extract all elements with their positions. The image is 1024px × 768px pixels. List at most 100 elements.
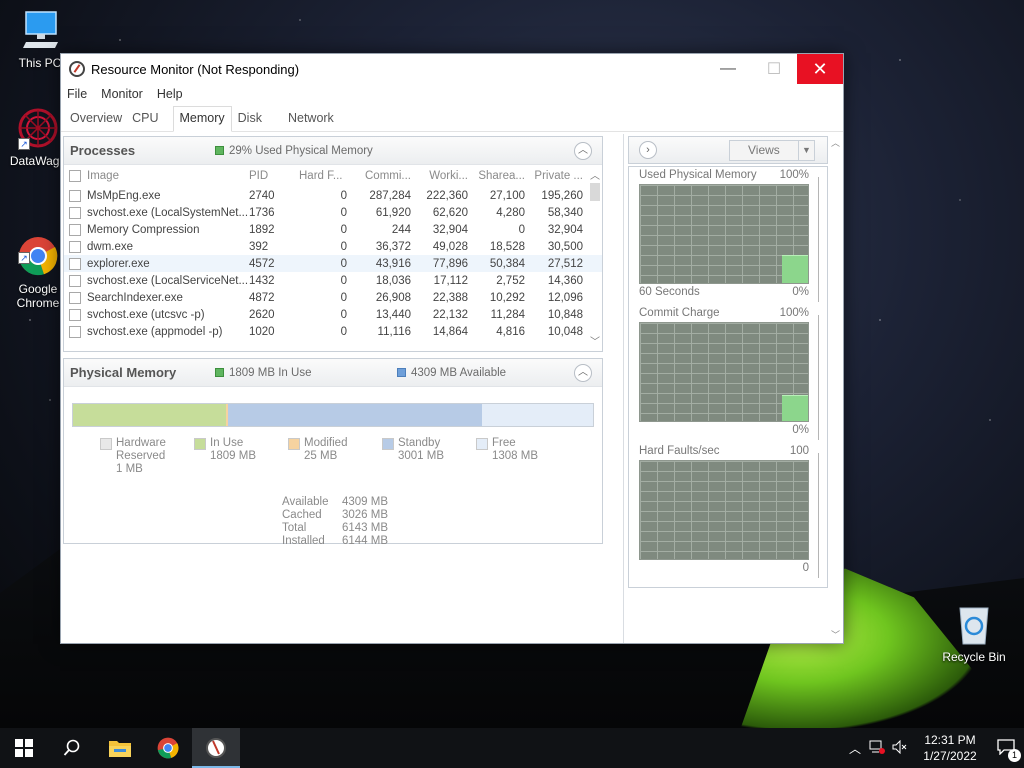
cell-private: 58,340 bbox=[547, 206, 583, 219]
column-hard-faults[interactable]: Hard F... bbox=[299, 170, 347, 182]
graph-scale-line bbox=[815, 177, 819, 302]
table-row[interactable]: MsMpEng.exe 2740 0 287,284 222,360 27,100 195,… bbox=[64, 187, 602, 204]
cell-shareable: 4,816 bbox=[496, 325, 525, 338]
scroll-up-icon[interactable]: ︿ bbox=[588, 167, 602, 182]
row-checkbox[interactable] bbox=[69, 257, 81, 270]
cell-hard-faults: 0 bbox=[340, 274, 347, 287]
collapse-physical-memory-button[interactable]: ︿ bbox=[574, 364, 592, 382]
cell-pid: 1892 bbox=[249, 223, 275, 236]
in-use-info: 1809 MB In Use bbox=[215, 367, 397, 379]
cell-image: svchost.exe (utcsvc -p) bbox=[87, 308, 205, 321]
cell-private: 12,096 bbox=[547, 291, 583, 304]
physical-memory-panel: Physical Memory 1809 MB In Use 4309 MB A… bbox=[63, 358, 603, 547]
summary-row: Total 6143 MB bbox=[282, 522, 602, 535]
menu-file[interactable]: File bbox=[67, 84, 87, 104]
column-private[interactable]: Private ... bbox=[525, 170, 583, 182]
row-checkbox[interactable] bbox=[69, 206, 81, 219]
collapse-processes-button[interactable]: ︿ bbox=[574, 142, 592, 160]
resource-monitor-icon bbox=[69, 61, 85, 77]
tab-disk[interactable]: Disk bbox=[234, 111, 266, 131]
table-row[interactable]: SearchIndexer.exe 4872 0 26,908 22,388 10,292… bbox=[64, 289, 602, 306]
row-checkbox[interactable] bbox=[69, 291, 81, 304]
column-pid[interactable]: PID bbox=[249, 170, 299, 182]
available-info: 4309 MB Available bbox=[397, 367, 506, 379]
column-shareable[interactable]: Sharea... bbox=[468, 170, 525, 182]
row-checkbox[interactable] bbox=[69, 274, 81, 287]
clock[interactable]: 12:31 PM 1/27/2022 bbox=[912, 732, 988, 764]
taskbar-resource-monitor[interactable] bbox=[192, 728, 240, 768]
cell-pid: 2620 bbox=[249, 308, 275, 321]
volume-muted-icon[interactable] bbox=[888, 739, 912, 757]
cell-commit: 287,284 bbox=[369, 189, 411, 202]
legend-label: Hardware Reserved bbox=[116, 437, 166, 462]
desktop-icon-recycle-bin[interactable]: Recycle Bin bbox=[936, 602, 1012, 664]
row-checkbox[interactable] bbox=[69, 325, 81, 338]
scroll-down-icon[interactable]: ﹀ bbox=[588, 333, 602, 348]
cell-commit: 244 bbox=[391, 223, 411, 236]
cell-hard-faults: 0 bbox=[340, 206, 347, 219]
table-row[interactable]: svchost.exe (LocalServiceNet... 1432 0 18,0… bbox=[64, 272, 602, 289]
graph-footer-right: 0% bbox=[792, 424, 809, 436]
network-icon[interactable] bbox=[866, 740, 888, 757]
summary-row: Cached 3026 MB bbox=[282, 509, 602, 522]
collapse-graphs-chevron-icon[interactable]: › bbox=[639, 141, 657, 159]
scroll-down-icon[interactable]: ﹀ bbox=[831, 628, 840, 641]
cell-pid: 4572 bbox=[249, 257, 275, 270]
table-row[interactable]: svchost.exe (appmodel -p) 1020 0 11,116 14,8… bbox=[64, 323, 602, 340]
summary-value: 6143 MB bbox=[342, 522, 389, 534]
processes-scrollbar[interactable]: ︿ ﹀ bbox=[588, 165, 602, 350]
cell-shareable: 11,284 bbox=[490, 308, 525, 321]
summary-row: Installed 6144 MB bbox=[282, 535, 602, 548]
select-all-checkbox[interactable] bbox=[69, 170, 81, 182]
tab-memory[interactable]: Memory bbox=[172, 106, 232, 132]
start-button[interactable] bbox=[0, 728, 48, 768]
table-row[interactable]: svchost.exe (utcsvc -p) 2620 0 13,440 22,132… bbox=[64, 306, 602, 323]
legend-square bbox=[100, 438, 112, 450]
chrome-icon: ↗ bbox=[16, 220, 60, 276]
row-checkbox[interactable] bbox=[69, 308, 81, 321]
column-working[interactable]: Worki... bbox=[411, 170, 468, 182]
scrollbar-thumb[interactable] bbox=[590, 183, 600, 201]
action-center-button[interactable]: 1 bbox=[988, 738, 1024, 762]
close-button[interactable]: ✕ bbox=[797, 54, 843, 84]
cell-pid: 4872 bbox=[249, 291, 275, 304]
minimize-button[interactable]: — bbox=[705, 54, 751, 84]
graph-commit-charge: Commit Charge 100% 0% bbox=[639, 307, 819, 440]
row-checkbox[interactable] bbox=[69, 189, 81, 202]
graph-hard-faults: Hard Faults/sec 100 0 bbox=[639, 445, 819, 578]
search-button[interactable] bbox=[48, 728, 96, 768]
memory-usage-bar bbox=[72, 403, 594, 427]
clock-date: 1/27/2022 bbox=[923, 749, 977, 763]
used-memory-legend-square bbox=[215, 146, 224, 155]
show-hidden-icons-chevron-icon[interactable]: ︿ bbox=[844, 740, 866, 757]
column-image[interactable]: Image bbox=[87, 170, 249, 182]
menu-help[interactable]: Help bbox=[157, 84, 183, 104]
graph-scale-line bbox=[815, 315, 819, 440]
maximize-button[interactable]: ☐ bbox=[751, 54, 797, 84]
table-row[interactable]: svchost.exe (LocalSystemNet... 1736 0 61,92… bbox=[64, 204, 602, 221]
cell-hard-faults: 0 bbox=[340, 291, 347, 304]
tab-network[interactable]: Network bbox=[284, 111, 338, 131]
physical-memory-header[interactable]: Physical Memory 1809 MB In Use 4309 MB A… bbox=[64, 359, 602, 387]
taskbar-file-explorer[interactable] bbox=[96, 728, 144, 768]
legend-free: Free 1308 MB bbox=[476, 437, 570, 476]
tab-overview[interactable]: Overview bbox=[66, 111, 126, 131]
scroll-up-icon[interactable]: ︿ bbox=[831, 136, 840, 149]
cell-private: 10,048 bbox=[547, 325, 583, 338]
table-row[interactable]: Memory Compression 1892 0 244 32,904 0 32,904 bbox=[64, 221, 602, 238]
views-dropdown[interactable]: Views ▼ bbox=[729, 140, 815, 161]
search-icon bbox=[63, 739, 80, 756]
taskbar-chrome[interactable] bbox=[144, 728, 192, 768]
menu-monitor[interactable]: Monitor bbox=[101, 84, 143, 104]
table-row[interactable]: dwm.exe 392 0 36,372 49,028 18,528 30,500 bbox=[64, 238, 602, 255]
title-bar[interactable]: Resource Monitor (Not Responding) — ☐ ✕ bbox=[61, 54, 843, 84]
graph-title: Used Physical Memory bbox=[639, 169, 757, 181]
column-commit[interactable]: Commi... bbox=[347, 170, 411, 182]
row-checkbox[interactable] bbox=[69, 240, 81, 253]
row-checkbox[interactable] bbox=[69, 223, 81, 236]
processes-header[interactable]: Processes 29% Used Physical Memory ︿ bbox=[64, 137, 602, 165]
table-row[interactable]: explorer.exe 4572 0 43,916 77,896 50,384 27,51… bbox=[64, 255, 602, 272]
tab-cpu[interactable]: CPU bbox=[128, 111, 162, 131]
graphs-scrollbar[interactable]: ︿ ﹀ bbox=[831, 136, 841, 641]
cell-hard-faults: 0 bbox=[340, 308, 347, 321]
